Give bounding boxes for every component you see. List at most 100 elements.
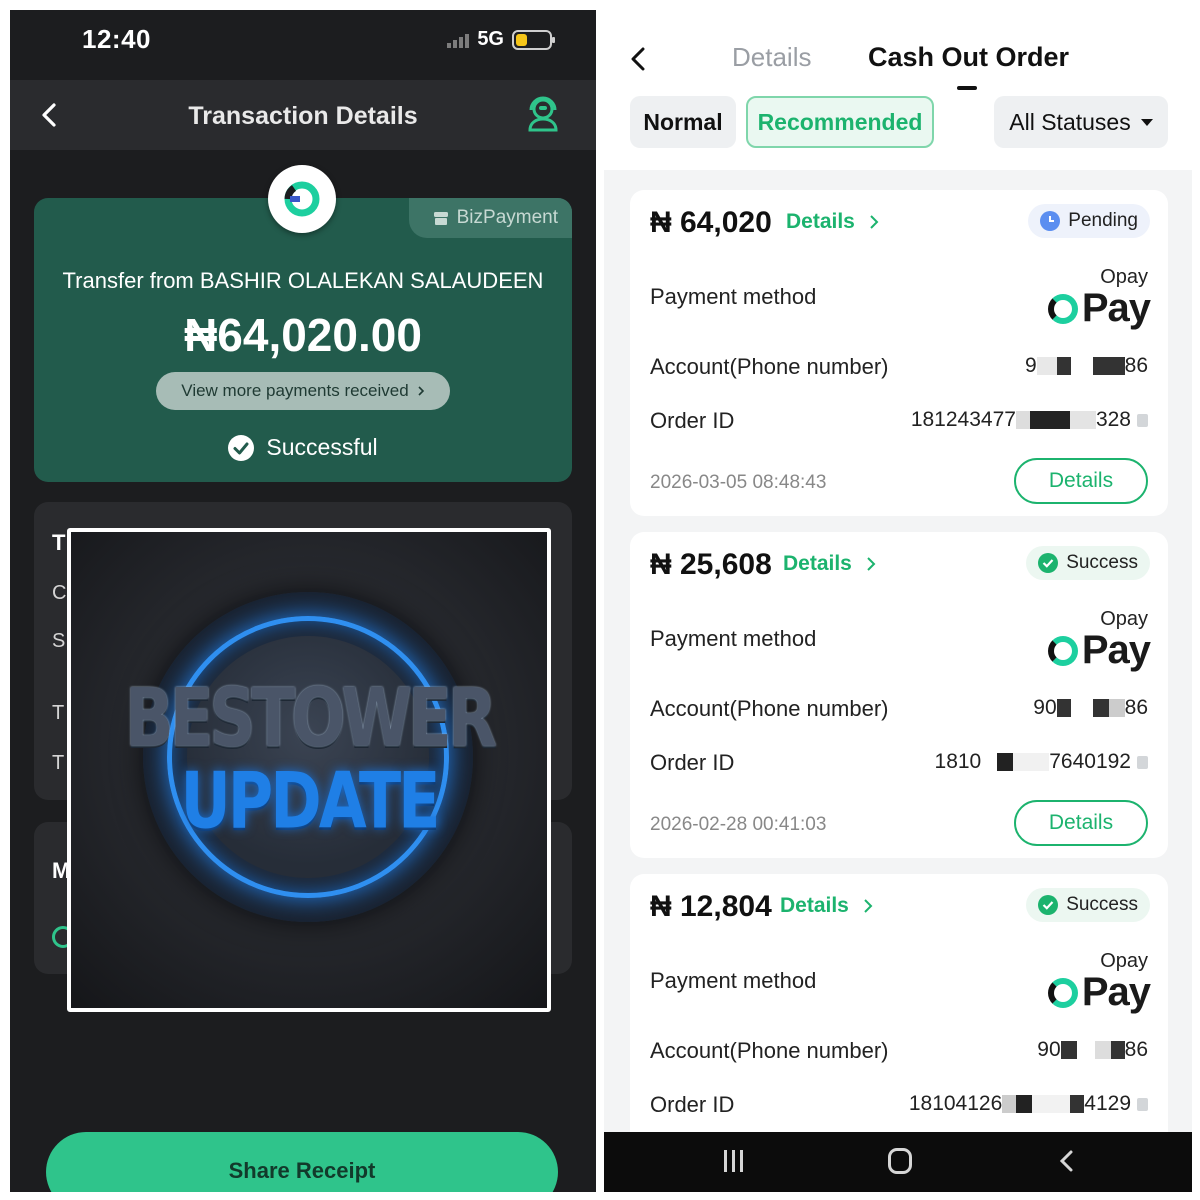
overlay-title: BESTOWER: [124, 672, 497, 766]
opay-logo-icon: [284, 181, 320, 217]
overlay-subtitle: UPDATE: [180, 754, 440, 847]
chevron-right-icon: [864, 899, 873, 913]
status-badge: Success: [1026, 546, 1150, 580]
status-badge-label: Pending: [1068, 210, 1138, 231]
account-value: 9 86: [1024, 354, 1148, 377]
battery-icon: [512, 29, 555, 50]
status-badge: Pending: [1028, 204, 1150, 238]
nav-back-icon[interactable]: [1056, 1148, 1078, 1174]
order-date: 2026-02-28 00:41:03: [650, 814, 827, 835]
status-time: 12:40: [82, 24, 151, 54]
details-link-label: Details: [783, 552, 852, 575]
tab-cash-out-order[interactable]: Cash Out Order: [868, 42, 1069, 73]
tab-details[interactable]: Details: [732, 42, 811, 73]
status-dropdown[interactable]: All Statuses: [994, 96, 1168, 148]
copy-icon[interactable]: [1137, 413, 1148, 427]
transfer-from-text: Transfer from BASHIR OLALEKAN SALAUDEEN: [62, 268, 544, 293]
account-value: 90 86: [1037, 1038, 1148, 1061]
biz-payment-label: BizPayment: [456, 207, 558, 228]
order-id-label: Order ID: [650, 750, 735, 775]
order-details-button[interactable]: Details: [1014, 458, 1148, 504]
view-more-payments-button[interactable]: View more payments received: [156, 372, 450, 410]
cash-out-order-screen: Details Cash Out Order Normal Recommende…: [604, 0, 1192, 1192]
signal-icon: [447, 32, 470, 48]
receipt-card: BizPayment Transfer from BASHIR OLALEKAN…: [34, 198, 572, 482]
status-line: Successful: [34, 434, 572, 461]
app-logo: [268, 165, 336, 233]
active-tab-indicator: [957, 86, 977, 90]
order-card[interactable]: ₦ 25,608 Details Success Payment method …: [630, 532, 1168, 858]
order-details-link[interactable]: Details: [780, 894, 873, 918]
check-circle-icon: [228, 434, 255, 461]
details-link-label: Details: [786, 210, 855, 233]
payment-method-label: Payment method: [650, 968, 817, 993]
card-heading: T: [52, 530, 66, 555]
order-details-link[interactable]: Details: [786, 210, 879, 234]
order-amount: ₦ 25,608: [650, 548, 772, 581]
chevron-right-icon: [867, 557, 876, 571]
order-id-value: 18104126 4129: [909, 1092, 1148, 1116]
check-circle-icon: [1038, 895, 1059, 915]
payment-method-label: Payment method: [650, 284, 817, 309]
opay-o-icon: [1047, 977, 1078, 1008]
opay-o-icon: [1047, 635, 1078, 666]
filter-normal[interactable]: Normal: [630, 96, 736, 148]
order-details-button[interactable]: Details: [1014, 800, 1148, 846]
biz-payment-tag: BizPayment: [408, 198, 572, 238]
received-amount: ₦64,020.00: [184, 309, 422, 361]
screenshot-collage: 12:40 5G Transaction Details BizPayment …: [0, 0, 1200, 1200]
check-circle-icon: [1038, 553, 1059, 573]
order-amount: ₦ 12,804: [650, 890, 772, 923]
view-more-label: View more payments received: [181, 381, 409, 400]
order-id-value: 181243477 328: [911, 408, 1148, 432]
recent-apps-icon[interactable]: [724, 1150, 743, 1172]
order-date: 2026-03-05 08:48:43: [650, 472, 827, 493]
filter-recommended[interactable]: Recommended: [746, 96, 934, 148]
info-row-label: T: [52, 702, 65, 724]
order-card[interactable]: ₦ 64,020 Details Pending Payment method …: [630, 190, 1168, 516]
account-label: Account(Phone number): [650, 696, 889, 721]
order-id-label: Order ID: [650, 408, 735, 433]
watermark-overlay-image: BESTOWER UPDATE: [67, 528, 551, 1012]
status-bar: 12:40 5G: [10, 10, 596, 70]
info-row-label: C: [52, 582, 67, 604]
network-type: 5G: [477, 28, 504, 50]
share-receipt-label: Share Receipt: [228, 1158, 376, 1183]
order-details-link[interactable]: Details: [783, 552, 876, 576]
status-text: Successful: [266, 434, 378, 460]
caret-down-icon: [1140, 118, 1153, 126]
opay-o-icon: [1047, 293, 1078, 324]
payment-method-label: Payment method: [650, 626, 817, 651]
shop-icon: [433, 212, 448, 225]
header-bar: Transaction Details: [10, 80, 596, 150]
account-label: Account(Phone number): [650, 354, 889, 379]
share-receipt-button[interactable]: Share Receipt: [46, 1132, 558, 1192]
order-id-label: Order ID: [650, 1092, 735, 1117]
copy-icon[interactable]: [1137, 1097, 1148, 1111]
order-card[interactable]: ₦ 12,804 Details Success Payment method …: [630, 874, 1168, 1154]
back-arrow-icon[interactable]: [626, 44, 652, 74]
status-dropdown-label: All Statuses: [1009, 108, 1131, 135]
copy-icon[interactable]: [1137, 755, 1148, 769]
info-row-label: T: [52, 752, 65, 774]
account-value: 90 86: [1033, 696, 1148, 719]
customer-support-icon[interactable]: [526, 96, 560, 132]
opay-logo: Pay: [1047, 628, 1151, 673]
system-nav-bar: [604, 1132, 1192, 1192]
status-badge: Success: [1026, 888, 1150, 922]
details-link-label: Details: [780, 894, 849, 917]
order-header: Details Cash Out Order Normal Recommende…: [604, 0, 1192, 170]
info-row-label: S: [52, 630, 66, 652]
opay-logo: Pay: [1047, 286, 1151, 331]
chevron-right-icon: [418, 386, 424, 396]
order-id-value: 1810 7640192: [935, 750, 1148, 774]
clock-icon: [1040, 211, 1061, 231]
page-title: Transaction Details: [188, 102, 418, 130]
opay-logo: Pay: [1047, 970, 1151, 1015]
chevron-right-icon: [870, 215, 879, 229]
account-label: Account(Phone number): [650, 1038, 889, 1063]
status-badge-label: Success: [1066, 552, 1138, 573]
transaction-details-screen: 12:40 5G Transaction Details BizPayment …: [10, 10, 596, 1192]
home-icon[interactable]: [888, 1148, 912, 1174]
status-badge-label: Success: [1066, 894, 1138, 915]
